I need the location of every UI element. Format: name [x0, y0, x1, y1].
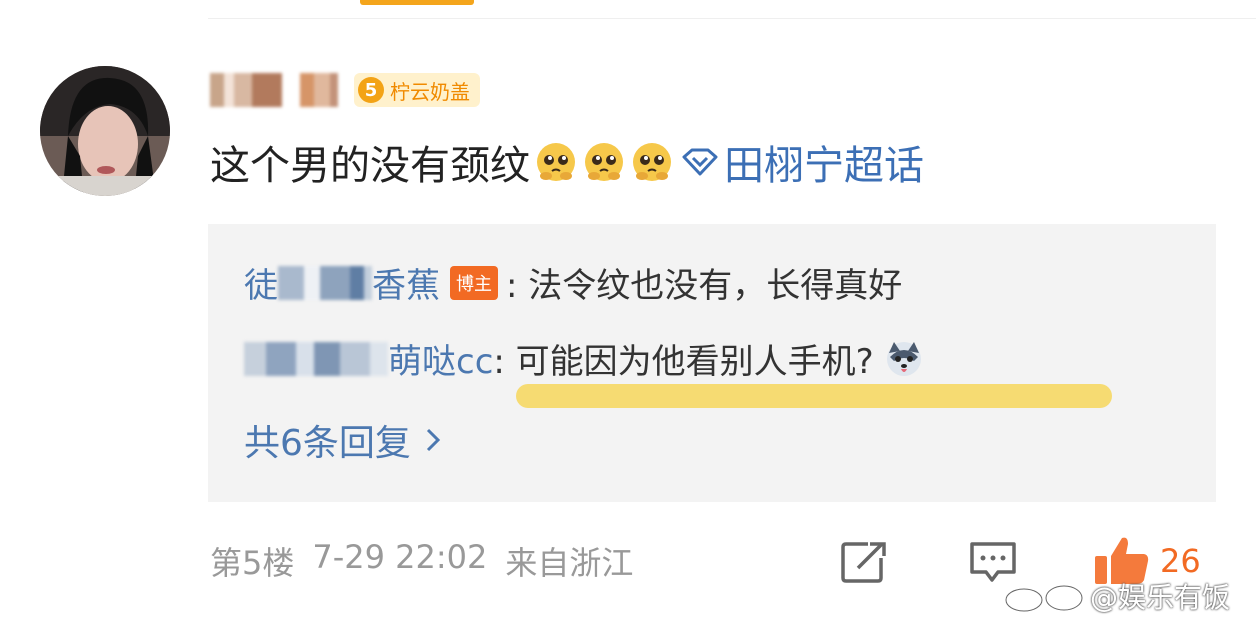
share-button[interactable] [840, 540, 888, 588]
floor-label: 第5楼 [210, 544, 295, 582]
badge-text: 柠云奶盖 [390, 79, 470, 104]
share-icon [841, 542, 886, 583]
location: 来自浙江 [505, 544, 634, 582]
chevron-right-icon [426, 428, 441, 452]
reply-author-part: 徒 [244, 266, 278, 306]
blurred-author [278, 265, 372, 300]
datetime: 7-29 22:02 [312, 538, 488, 576]
diamond-topic-icon [682, 148, 718, 176]
husky-emoji-icon [886, 341, 921, 376]
reply-author-part: 香蕉 [372, 266, 440, 306]
topic-link[interactable]: 田栩宁超话 [680, 133, 924, 191]
fan-badge[interactable]: 5 柠云奶盖 [354, 73, 480, 107]
reply-text: : 法令纹也没有，长得真好 [506, 266, 903, 306]
watermark-text: @娱乐有饭 [1090, 581, 1231, 614]
weibo-logo-icon [1004, 582, 1084, 613]
blurred-username [210, 68, 338, 112]
comment-text: 这个男的没有颈纹 田栩宁超话 [210, 132, 924, 192]
pleading-emoji-icon [633, 143, 671, 181]
top-divider [208, 18, 1256, 19]
blurred-author [244, 341, 388, 376]
reply-item[interactable]: 徒 香蕉 博主 : 法令纹也没有，长得真好 [244, 258, 902, 307]
top-tab-indicator [360, 0, 474, 5]
reply-box[interactable]: 徒 香蕉 博主 : 法令纹也没有，长得真好 萌哒cc: 可能因为他看别人手机?… [208, 224, 1216, 502]
topic-label: 田栩宁超话 [724, 143, 924, 189]
username-row[interactable]: 5 柠云奶盖 [210, 68, 480, 112]
highlight-underline [516, 384, 1112, 408]
reply-author[interactable]: 徒 香蕉 [244, 258, 440, 307]
like-count: 26 [1160, 542, 1201, 580]
pleading-emoji-icon [537, 143, 575, 181]
badge-level: 5 [358, 77, 384, 103]
more-replies-link[interactable]: 共6条回复 [244, 414, 443, 466]
watermark: @娱乐有饭 [1002, 576, 1230, 616]
comment-footer: 第5楼 7-29 22:02 来自浙江 [210, 538, 633, 584]
host-badge: 博主 [450, 265, 498, 300]
comment-body: 这个男的没有颈纹 [210, 143, 530, 189]
reply-text: : 可能因为他看别人手机? [493, 342, 874, 382]
avatar[interactable] [40, 66, 170, 196]
reply-author[interactable]: 萌哒cc [244, 334, 493, 383]
more-replies-label: 共6条回复 [244, 423, 411, 464]
reply-author-part: 萌哒cc [388, 342, 494, 382]
reply-item[interactable]: 萌哒cc : 可能因为他看别人手机? [244, 334, 924, 383]
pleading-emoji-icon [585, 143, 623, 181]
